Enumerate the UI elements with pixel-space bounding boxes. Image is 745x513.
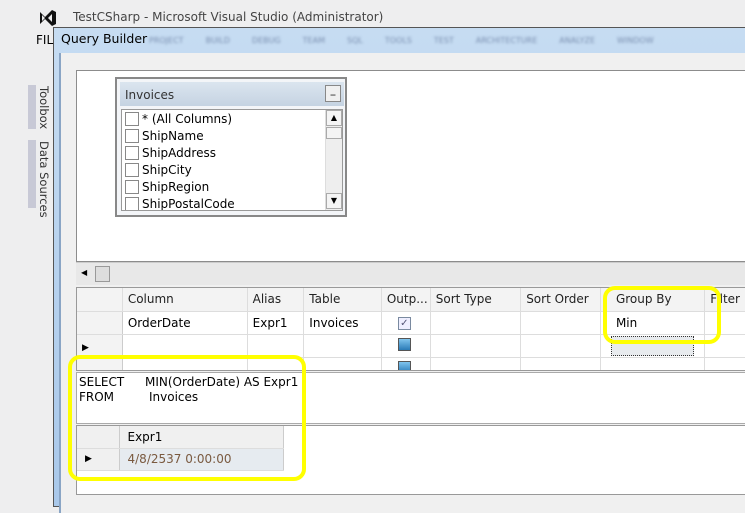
scroll-thumb[interactable] <box>326 127 342 139</box>
highlight-sql-results <box>68 355 306 481</box>
vertical-scrollbar[interactable]: ▲ ▼ <box>325 110 342 210</box>
column-item[interactable]: ShipCity <box>122 161 342 178</box>
col-header-alias[interactable]: Alias <box>247 288 305 312</box>
cell-sort-order[interactable] <box>520 311 601 335</box>
column-label: ShipAddress <box>142 145 216 160</box>
row-header <box>77 288 123 312</box>
col-header-sort-order[interactable]: Sort Order <box>520 288 601 312</box>
blurred-menu-item: TEST <box>433 36 454 45</box>
col-header-sort-type[interactable]: Sort Type <box>430 288 522 312</box>
col-header-column[interactable]: Column <box>122 288 248 312</box>
blurred-menu-item: SQL <box>347 36 363 45</box>
blurred-menu-bar: PROJECT BUILD DEBUG TEAM SQL TOOLS TEST … <box>149 36 745 46</box>
menu-file[interactable]: FIL <box>36 33 53 47</box>
cell-output[interactable]: ✓ <box>381 311 431 335</box>
cell-sort-order[interactable] <box>520 334 601 358</box>
checkbox[interactable] <box>125 179 139 194</box>
column-label: ShipPostalCode <box>142 196 235 211</box>
scroll-left-icon[interactable]: ◀ <box>81 268 87 277</box>
cell-alias[interactable]: Expr1 <box>246 311 305 335</box>
col-header-output[interactable]: Outp... <box>381 288 431 312</box>
column-label: ShipRegion <box>142 179 210 194</box>
table-box-invoices[interactable]: Invoices _ * (All Columns) ShipName Ship… <box>115 77 347 217</box>
data-sources-tab[interactable]: Data Sources <box>37 141 51 218</box>
toolbox-tab[interactable]: Toolbox <box>37 86 51 129</box>
table-name: Invoices <box>125 88 175 102</box>
checkbox[interactable] <box>125 162 139 177</box>
highlight-group-by <box>603 286 721 344</box>
checkbox[interactable] <box>125 111 139 126</box>
cell-sort-type[interactable] <box>430 311 522 335</box>
blurred-menu-item: BUILD <box>205 36 230 45</box>
dialog-title: Query Builder <box>61 31 148 46</box>
cell-table[interactable]: Invoices <box>303 311 382 335</box>
data-sources-tab-bar[interactable] <box>28 140 36 208</box>
col-header-table[interactable]: Table <box>303 288 382 312</box>
output-checkbox-checked[interactable]: ✓ <box>397 317 411 330</box>
column-item[interactable]: ShipName <box>122 127 342 144</box>
cell-alias[interactable] <box>246 334 305 358</box>
column-label: ShipCity <box>142 162 192 177</box>
cell-column[interactable]: OrderDate <box>122 311 248 335</box>
blurred-menu-item: ANALYZE <box>559 36 595 45</box>
checkbox[interactable] <box>125 196 139 210</box>
output-checkbox[interactable] <box>397 337 411 351</box>
column-label: ShipName <box>142 128 204 143</box>
column-item[interactable]: ShipPostalCode <box>122 195 342 211</box>
column-list[interactable]: * (All Columns) ShipName ShipAddress Shi… <box>121 109 343 211</box>
toolbox-tab-bar[interactable] <box>28 85 36 129</box>
row-header[interactable]: ▶ <box>77 334 123 358</box>
column-item[interactable]: ShipAddress <box>122 144 342 161</box>
horizontal-scrollbar[interactable]: ◀ <box>76 262 745 285</box>
blurred-menu-item: TEAM <box>302 36 325 45</box>
row-header[interactable] <box>77 311 123 335</box>
cell-output[interactable] <box>381 334 431 358</box>
scroll-up-icon[interactable]: ▲ <box>326 110 342 126</box>
window-title: TestCSharp - Microsoft Visual Studio (Ad… <box>73 10 384 24</box>
scroll-down-icon[interactable]: ▼ <box>326 193 342 209</box>
blurred-menu-item: TOOLS <box>384 36 412 45</box>
column-item[interactable]: ShipRegion <box>122 178 342 195</box>
cell-table[interactable] <box>303 334 382 358</box>
blurred-menu-item: DEBUG <box>251 36 281 45</box>
column-item[interactable]: * (All Columns) <box>122 110 342 127</box>
blurred-menu-item: PROJECT <box>149 36 184 45</box>
cell-column[interactable] <box>122 334 248 358</box>
blurred-menu-item: ARCHITECTURE <box>475 36 538 45</box>
current-row-arrow-icon: ▶ <box>82 342 89 353</box>
checkbox[interactable] <box>125 145 139 160</box>
cell-sort-type[interactable] <box>430 334 522 358</box>
output-checkbox[interactable] <box>397 360 411 370</box>
table-box-title[interactable]: Invoices _ <box>120 82 344 106</box>
minimize-button[interactable]: _ <box>325 85 341 102</box>
scroll-thumb[interactable] <box>95 266 110 282</box>
checkbox[interactable] <box>125 128 139 143</box>
blurred-menu-item: WINDOW <box>617 36 654 45</box>
column-label: * (All Columns) <box>142 111 233 126</box>
visual-studio-logo-icon <box>40 10 56 26</box>
